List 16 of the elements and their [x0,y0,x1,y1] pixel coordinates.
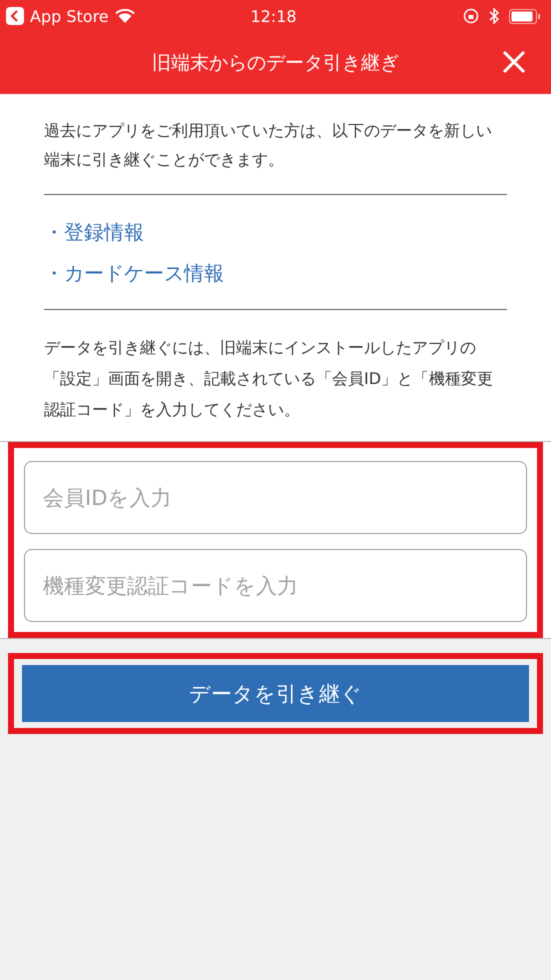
battery-icon [508,8,541,24]
input-field[interactable]: 機種変更認証コードを入力 [24,549,527,622]
clock: 12:18 [249,6,298,26]
transfer-button[interactable]: データを引き継ぐ [22,665,529,722]
instruction-text: データを引き継ぐには、旧端末にインストールしたアプリの「設定」画面を開き、記載されている「会員ID」と「機種変更認証コード」を入力してください。 [44,337,494,421]
back-label[interactable]: App Store [30,6,109,26]
intro-text: 過去にアプリをご利用頂いていた方は、以下のデータを新しい端末に引き継ぐことができます。 [44,116,507,195]
wifi-icon [114,9,135,23]
data-item-link[interactable]: ・登録情報 [44,217,144,248]
header-title: 旧端末からのデータ引き継ぎ [152,51,399,76]
close-icon[interactable] [502,50,526,74]
data-item-link[interactable]: ・カードケース情報 [44,258,224,289]
input-field[interactable]: 会員IDを入力 [24,461,527,534]
back-icon[interactable] [6,7,24,25]
bluetooth-icon [488,8,499,24]
rotation-lock-icon [462,8,479,24]
